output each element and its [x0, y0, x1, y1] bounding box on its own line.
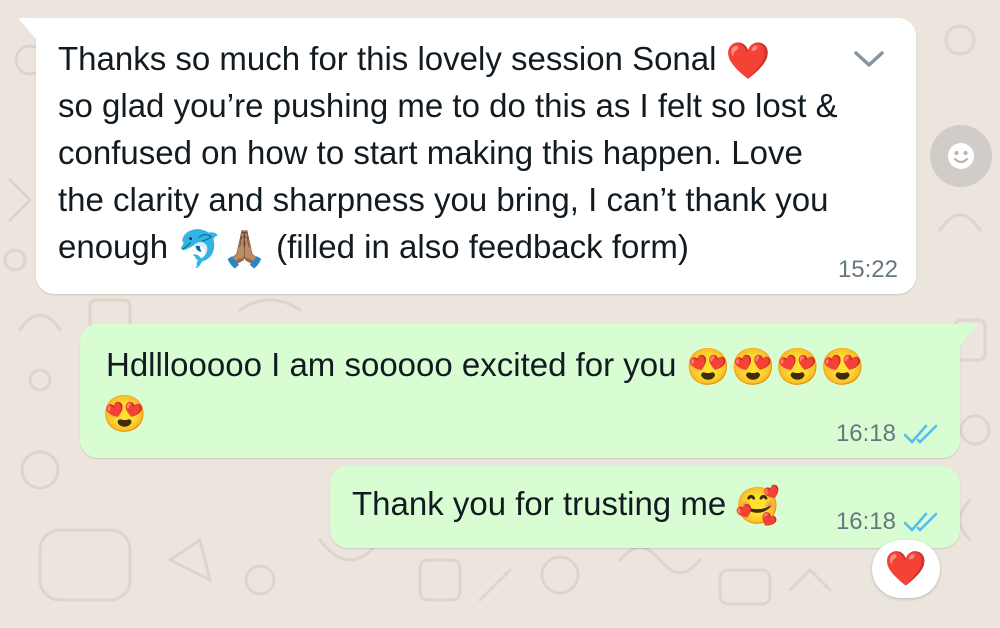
message-line: confused on how to start making this hap…: [58, 134, 803, 171]
message-line: 😍: [102, 388, 147, 437]
message-line: Hdlllooooo I am sooooo excited for you 😍…: [106, 346, 865, 387]
outgoing-message-bubble[interactable]: Hdlllooooo I am sooooo excited for you 😍…: [80, 324, 978, 458]
dolphin-emoji: 🐬: [177, 228, 223, 269]
folded-hands-emoji: 🙏🏽: [222, 228, 267, 269]
double-check-icon: [903, 512, 938, 532]
message-line: so glad you’re pushing me to do this as …: [58, 87, 838, 124]
message-time: 16:18: [835, 508, 896, 535]
message-line: Thanks so much for this lovely session S…: [58, 40, 771, 81]
incoming-message-bubble[interactable]: Thanks so much for this lovely session S…: [18, 18, 916, 294]
bubble-tail: [956, 324, 978, 350]
smiling-face-with-hearts-emoji: 🥰: [735, 485, 781, 526]
message-reaction[interactable]: ❤️: [872, 540, 940, 598]
message-line: Thank you for trusting me 🥰: [352, 485, 781, 526]
red-heart-reaction-emoji: ❤️: [884, 550, 928, 588]
react-button[interactable]: [930, 125, 992, 187]
red-heart-emoji: ❤️: [725, 40, 771, 81]
message-time: 15:22: [837, 256, 898, 283]
message-menu-button[interactable]: [822, 36, 886, 82]
message-meta: 16:18: [836, 420, 940, 448]
double-check-icon: [903, 424, 938, 444]
message-time: 16:18: [835, 420, 896, 447]
bubble-tail: [18, 18, 40, 44]
outgoing-message-bubble[interactable]: Thank you for trusting me 🥰 16:18: [330, 466, 960, 548]
heart-eyes-emoji-row: 😍😍😍😍: [685, 346, 865, 387]
message-meta: 16:18: [836, 508, 940, 536]
message-line: the clarity and sharpness you bring, I c…: [58, 181, 829, 218]
message-line: enough 🐬🙏🏽 (filled in also feedback form…: [58, 228, 689, 269]
message-meta: 15:22: [838, 256, 898, 284]
smiley-icon: [948, 143, 974, 169]
heart-eyes-emoji: 😍: [102, 393, 147, 434]
chevron-down-icon: [854, 51, 884, 67]
